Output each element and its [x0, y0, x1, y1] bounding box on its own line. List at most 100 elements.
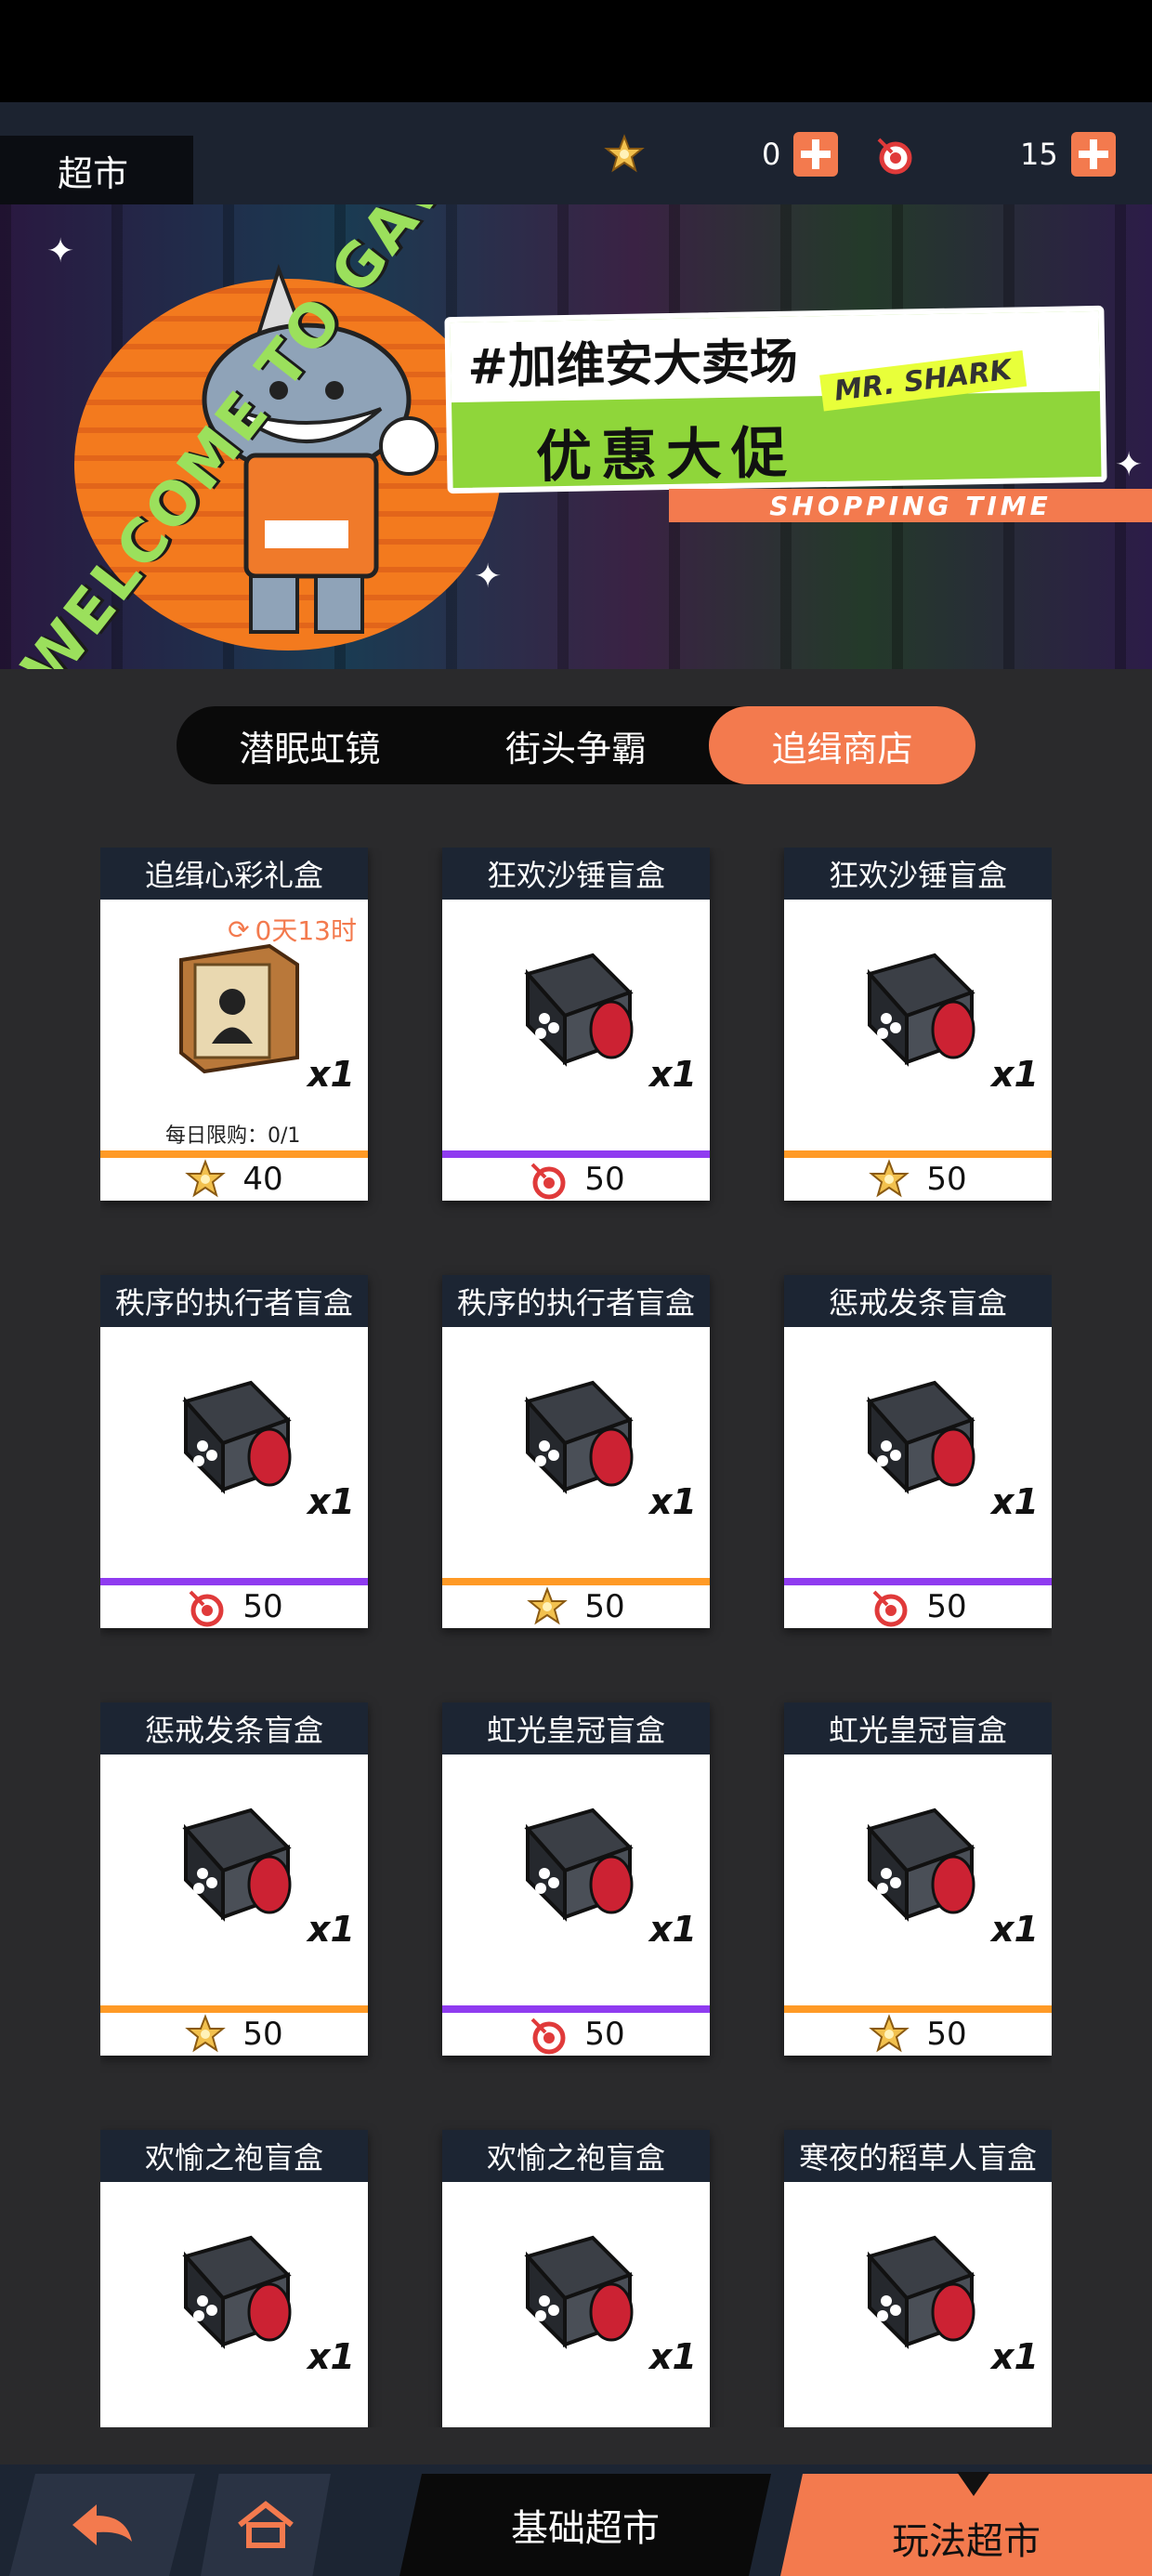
sparkle-icon: ✦ — [474, 558, 503, 596]
add-currency-a-button[interactable] — [793, 132, 839, 177]
item-quantity: x1 — [308, 2336, 355, 2377]
item-image-area: x1 — [784, 1327, 1052, 1578]
item-image-area: x1 — [100, 2182, 368, 2427]
item-name: 秩序的执行者盲盒 — [442, 1275, 710, 1327]
item-card[interactable]: 秩序的执行者盲盒 x1 50 — [442, 1275, 710, 1628]
promo-banner[interactable]: WELCOME TO GAVIAN CITY #加维安大卖场 MR. SHARK… — [0, 204, 1152, 669]
item-name: 惩戒发条盲盒 — [100, 1702, 368, 1755]
price-value: 50 — [926, 2016, 967, 2053]
item-card[interactable]: 欢愉之袍盲盒x150 — [100, 2130, 368, 2427]
item-name: 狂欢沙锤盲盒 — [784, 848, 1052, 900]
basic-market-button[interactable]: 基础超市 — [399, 2474, 771, 2576]
price-value: 50 — [242, 2016, 283, 2053]
item-quantity: x1 — [308, 1054, 355, 1095]
price-button[interactable]: 50 — [100, 1585, 368, 1628]
status-bar — [0, 0, 1152, 102]
price-button[interactable]: 50 — [784, 1585, 1052, 1628]
item-image-area: x1 — [784, 900, 1052, 1150]
target-coin-icon — [189, 1590, 224, 1627]
item-image-area: x1 — [442, 900, 710, 1150]
item-quantity: x1 — [991, 2336, 1039, 2377]
item-grid: 追缉心彩礼盒 x1 ⟳ 0天13时 每日限购：0/1 40 狂欢沙锤盲盒 x1 50 狂欢沙锤盲盒… — [100, 848, 1052, 2427]
item-name: 虹光皇冠盲盒 — [442, 1702, 710, 1755]
rarity-bar — [442, 2005, 710, 2013]
wanted-gift-box-image — [179, 943, 299, 1074]
item-image-area: x1 — [442, 2182, 710, 2427]
item-quantity: x1 — [308, 1481, 355, 1522]
item-name: 追缉心彩礼盒 — [100, 848, 368, 900]
rarity-bar — [442, 1150, 710, 1158]
rarity-bar — [784, 1150, 1052, 1158]
item-card[interactable]: 追缉心彩礼盒 x1 ⟳ 0天13时每日限购：0/1 40 — [100, 848, 368, 1201]
item-image-area: x1 — [100, 1755, 368, 2005]
price-button[interactable]: 50 — [442, 1158, 710, 1201]
item-card[interactable]: 惩戒发条盲盒 x1 50 — [100, 1702, 368, 2056]
rarity-bar — [784, 1578, 1052, 1585]
star-coin-icon — [869, 1159, 910, 1198]
item-quantity: x1 — [649, 1054, 697, 1095]
purchase-limit: 每日限购：0/1 — [165, 1124, 301, 1148]
item-name: 寒夜的稻草人盲盒 — [784, 2130, 1052, 2182]
back-arrow-icon — [72, 2504, 132, 2545]
item-quantity: x1 — [649, 1909, 697, 1950]
price-button[interactable]: 50 — [100, 2013, 368, 2056]
item-card[interactable]: 欢愉之袍盲盒x150 — [442, 2130, 710, 2427]
currency-a-value: 0 — [762, 137, 781, 172]
item-image-area: x1 — [442, 1755, 710, 2005]
item-card[interactable]: 狂欢沙锤盲盒 x1 50 — [784, 848, 1052, 1201]
blind-box-image — [866, 953, 975, 1067]
blind-box-image — [182, 1807, 292, 1922]
item-quantity: x1 — [991, 1481, 1039, 1522]
promo-subheadline: 优惠大促 — [535, 420, 797, 491]
item-image-area: x1 — [784, 2182, 1052, 2427]
promo-board: #加维安大卖场 MR. SHARK 优惠大促 — [444, 305, 1107, 494]
item-card[interactable]: 虹光皇冠盲盒 x1 50 — [442, 1702, 710, 2056]
price-value: 50 — [926, 1161, 967, 1198]
star-coin-icon — [185, 1159, 227, 1198]
item-card[interactable]: 狂欢沙锤盲盒 x1 50 — [442, 848, 710, 1201]
currency-star-display — [604, 128, 645, 180]
item-quantity: x1 — [991, 1909, 1039, 1950]
tab-qianmian[interactable]: 潜眠虹镜 — [177, 706, 443, 784]
price-value: 50 — [584, 1161, 625, 1198]
home-button[interactable] — [201, 2474, 331, 2576]
sparkle-icon: ✦ — [1115, 446, 1144, 484]
currency-b: 15 — [1020, 128, 1116, 180]
tab-zhuiji[interactable]: 追缉商店 — [709, 706, 976, 784]
item-quantity: x1 — [308, 1909, 355, 1950]
target-coin-icon — [530, 1163, 566, 1200]
price-value: 50 — [242, 1588, 283, 1625]
item-name: 狂欢沙锤盲盒 — [442, 848, 710, 900]
target-coin-icon — [530, 2017, 566, 2055]
blind-box-image — [524, 2235, 634, 2349]
item-name: 虹光皇冠盲盒 — [784, 1702, 1052, 1755]
price-button[interactable]: 40 — [100, 1158, 368, 1201]
item-image-area: x1 — [100, 1327, 368, 1578]
item-name: 欢愉之袍盲盒 — [442, 2130, 710, 2182]
add-currency-b-button[interactable] — [1070, 132, 1116, 177]
item-card[interactable]: 虹光皇冠盲盒 x1 50 — [784, 1702, 1052, 2056]
price-button[interactable]: 50 — [784, 1158, 1052, 1201]
price-button[interactable]: 50 — [442, 1585, 710, 1628]
star-coin-icon — [185, 2014, 227, 2053]
price-value: 40 — [242, 1161, 283, 1198]
item-quantity: x1 — [649, 2336, 697, 2377]
item-card[interactable]: 秩序的执行者盲盒 x1 50 — [100, 1275, 368, 1628]
blind-box-image — [866, 1380, 975, 1494]
blind-box-image — [182, 2235, 292, 2349]
star-coin-icon — [604, 134, 645, 173]
price-button[interactable]: 50 — [784, 2013, 1052, 2056]
refresh-icon: ⟳ — [228, 913, 250, 945]
item-name: 惩戒发条盲盒 — [784, 1275, 1052, 1327]
item-card[interactable]: 寒夜的稻草人盲盒x150 — [784, 2130, 1052, 2427]
back-button[interactable] — [9, 2474, 195, 2576]
item-card[interactable]: 惩戒发条盲盒 x1 50 — [784, 1275, 1052, 1628]
rarity-bar — [100, 1150, 368, 1158]
timer-text: 0天13时 — [255, 915, 357, 946]
price-button[interactable]: 50 — [442, 2013, 710, 2056]
item-quantity: x1 — [649, 1481, 697, 1522]
tab-jietou[interactable]: 街头争霸 — [443, 706, 710, 784]
price-value: 50 — [926, 1588, 967, 1625]
page-title: 超市 — [0, 136, 193, 204]
item-image-area: x1 — [784, 1755, 1052, 2005]
